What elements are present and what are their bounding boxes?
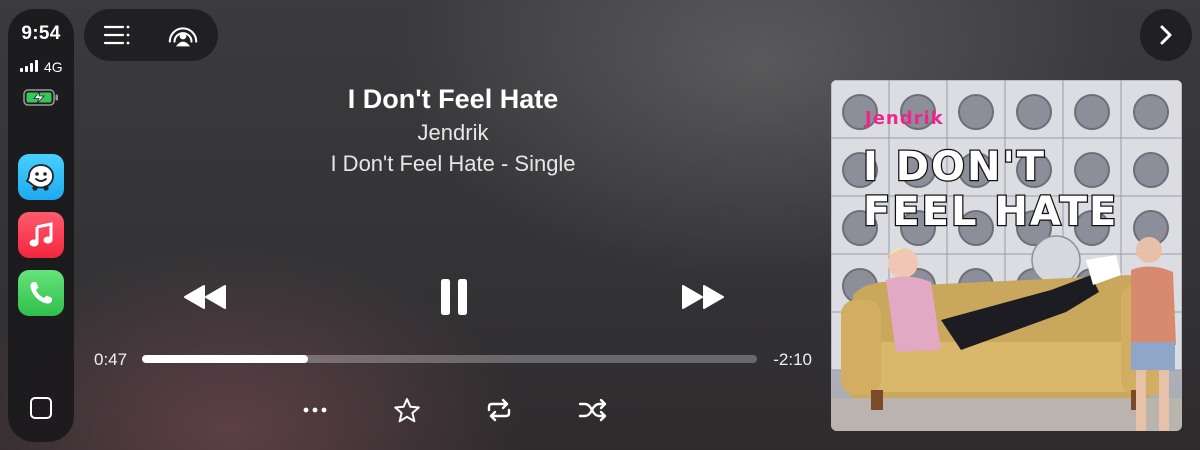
music-app-icon[interactable] (18, 212, 64, 258)
shuffle-button[interactable] (577, 396, 609, 424)
rewind-button[interactable] (180, 280, 230, 314)
favorite-button[interactable] (391, 396, 423, 424)
more-options-button[interactable] (299, 396, 331, 424)
rewind-icon (184, 285, 226, 309)
next-screen-button[interactable] (1140, 9, 1192, 61)
fast-forward-icon (682, 285, 724, 309)
shuffle-icon (578, 398, 607, 422)
artwork-artist-text: Jendrik (863, 108, 944, 129)
shareplay-icon (168, 27, 198, 47)
shareplay-button[interactable] (166, 19, 200, 51)
carplay-dock: 9:54 4G (8, 9, 74, 442)
artwork-title-line2: FEEL HATE (863, 189, 1118, 235)
battery-charging-icon (23, 89, 58, 106)
artwork-title-line1: I DON'T (863, 144, 1046, 190)
pause-button[interactable] (432, 274, 476, 320)
disco-ball (1031, 235, 1081, 285)
repeat-button[interactable] (483, 396, 515, 424)
album-name[interactable]: I Don't Feel Hate - Single (253, 151, 653, 177)
chevron-right-icon (1160, 25, 1172, 45)
cellular-signal-icon (20, 60, 38, 72)
progress-fill (142, 355, 309, 363)
star-icon (394, 397, 420, 422)
network-type: 4G (44, 59, 63, 75)
list-icon (103, 25, 130, 45)
status-time: 9:54 (21, 23, 61, 44)
waze-app-icon[interactable] (18, 154, 64, 200)
elapsed-time: 0:47 (94, 350, 128, 369)
dashboard-home-button[interactable] (30, 397, 52, 419)
artist-name[interactable]: Jendrik (253, 120, 653, 146)
remaining-time: -2:10 (773, 350, 812, 369)
phone-app-icon[interactable] (18, 270, 64, 316)
ellipsis-icon (303, 407, 327, 413)
repeat-icon (487, 398, 511, 422)
progress-bar[interactable] (142, 355, 757, 363)
top-controls-pill (84, 9, 218, 61)
fast-forward-button[interactable] (678, 280, 728, 314)
queue-list-button[interactable] (100, 19, 134, 51)
album-artwork[interactable]: Jendrik I DON'T FEEL HATE (831, 80, 1182, 431)
pause-icon (441, 279, 467, 315)
song-title: I Don't Feel Hate (347, 84, 559, 114)
